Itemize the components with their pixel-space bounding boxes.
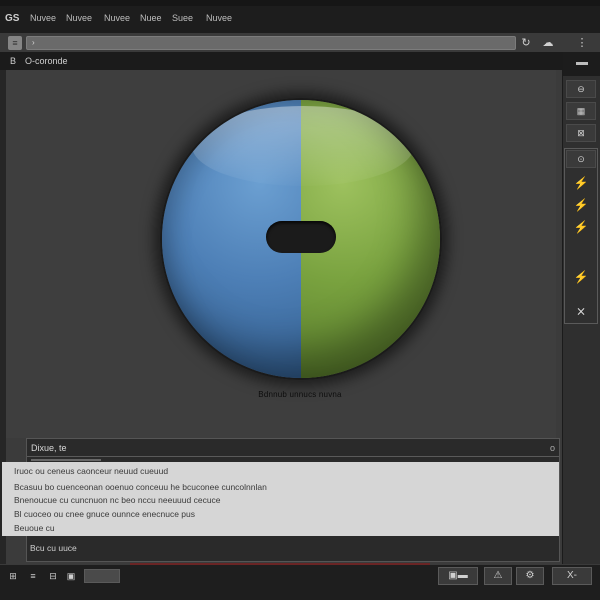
details-footer: Bcu cu uuce <box>30 543 77 553</box>
tool-3-icon[interactable]: ⚡ <box>566 216 596 238</box>
list-item[interactable]: Bl cuoceo ou cnee gnuce ounnce enecnuce … <box>14 509 195 519</box>
zoom-out-button[interactable]: ⊖ <box>566 80 596 98</box>
share-icon[interactable]: ☁ <box>540 36 556 50</box>
panel-header: B O-coronde <box>0 52 562 70</box>
list-item[interactable]: Beuoue cu <box>14 523 55 533</box>
sphere-slot <box>266 221 336 253</box>
menu-item-3[interactable]: Nuvee <box>104 13 130 23</box>
details-close-icon[interactable]: o <box>550 439 555 457</box>
window-top-edge <box>0 0 600 6</box>
list-item[interactable]: Bcasuu bo cuenceonan ooenuo conceuu he b… <box>14 482 267 492</box>
frame-button[interactable]: ⊠ <box>566 124 596 142</box>
details-tab-indicator <box>31 459 101 461</box>
grid-button[interactable]: ▦ <box>566 102 596 120</box>
layout-icon[interactable]: ⊞ <box>6 569 20 583</box>
image-button[interactable]: ▣▬ <box>438 567 478 585</box>
list-icon[interactable]: ≡ <box>26 569 40 583</box>
panel-icon-bottom[interactable]: ⊟ <box>46 569 60 583</box>
right-toolbar-header <box>563 52 600 76</box>
transform-icon[interactable]: ⨯ <box>566 300 596 322</box>
menu-item-2[interactable]: Nuvee <box>66 13 92 23</box>
panel-icon: B <box>10 56 17 66</box>
more-icon[interactable]: ⋮ <box>574 36 590 50</box>
view-button[interactable]: ⊙ <box>566 150 596 168</box>
address-input[interactable]: › <box>26 36 516 50</box>
minimize-icon[interactable] <box>576 62 588 65</box>
sphere-gloss <box>192 106 414 186</box>
settings-button[interactable]: ⚙ <box>516 567 544 585</box>
address-bar: ≡ › ↻ ☁ ⋮ <box>0 34 600 52</box>
warning-button[interactable]: ⚠ <box>484 567 512 585</box>
menu-bar: GS Nuvee Nuvee Nuvee Nuee Suee Nuvee <box>0 0 600 34</box>
details-panel-header: Dixue, te o <box>27 439 559 457</box>
close-button[interactable]: X- <box>552 567 592 585</box>
viewport-caption: Bdnnub unnucs nuvna <box>258 390 342 399</box>
status-bar: ⊞ ≡ ⊟ ▣ ▣▬ ⚠ ⚙ X- <box>0 563 600 600</box>
tool-4-icon[interactable]: ⚡ <box>566 266 596 288</box>
tool-2-icon[interactable]: ⚡ <box>566 194 596 216</box>
details-panel-title: Dixue, te <box>31 443 67 453</box>
tool-1-icon[interactable]: ⚡ <box>566 172 596 194</box>
menu-item-4[interactable]: Nuee <box>140 13 162 23</box>
status-field[interactable] <box>84 569 120 583</box>
details-list[interactable]: Iruoc ou ceneus caonceur neuud cueuud Bc… <box>2 462 559 536</box>
list-item[interactable]: Bnenoucue cu cuncnuon nc beo nccu neeuuu… <box>14 495 221 505</box>
menu-item-6[interactable]: Nuvee <box>206 13 232 23</box>
refresh-icon[interactable]: ↻ <box>518 36 534 50</box>
menu-item-1[interactable]: Nuvee <box>30 13 56 23</box>
list-item[interactable]: Iruoc ou ceneus caonceur neuud cueuud <box>14 466 168 476</box>
menu-item-5[interactable]: Suee <box>172 13 193 23</box>
panel-title: O-coronde <box>25 56 68 66</box>
progress-line <box>130 563 430 565</box>
menu-toggle-button[interactable]: ≡ <box>8 36 22 50</box>
window-icon[interactable]: ▣ <box>64 569 78 583</box>
app-logo: GS <box>5 13 20 24</box>
